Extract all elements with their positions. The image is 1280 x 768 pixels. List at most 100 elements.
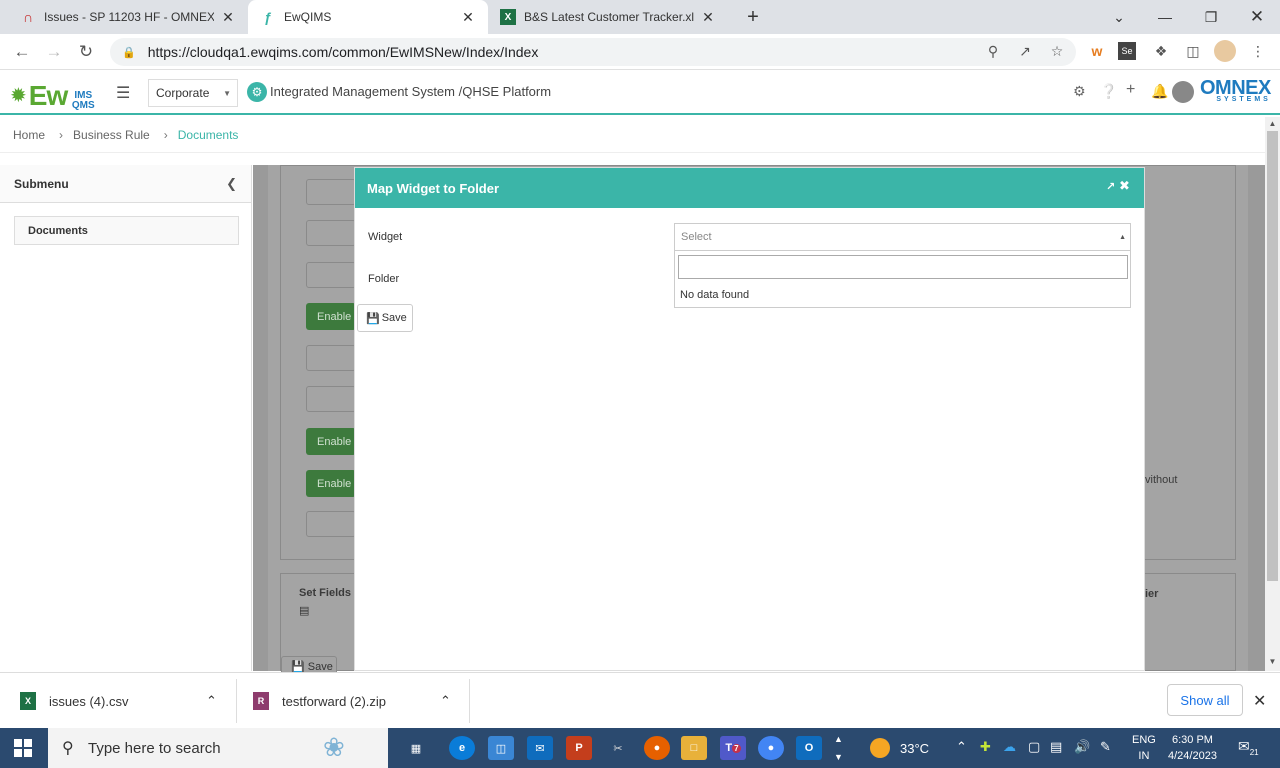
task-view-icon[interactable]: ▦ bbox=[403, 736, 429, 760]
share-icon[interactable]: ↗ bbox=[1014, 40, 1036, 62]
outlook-icon[interactable]: O bbox=[796, 736, 822, 760]
widget-dropdown: No data found bbox=[674, 251, 1131, 308]
background-set-fields-label: Set Fields bbox=[299, 587, 351, 599]
more-menu-icon[interactable]: ⋮ bbox=[1247, 40, 1269, 62]
user-avatar[interactable] bbox=[1172, 81, 1194, 103]
save-button[interactable]: 💾 Save bbox=[357, 304, 413, 332]
vpn-icon[interactable]: ✚ bbox=[980, 739, 991, 755]
notification-center-icon[interactable]: ✉21 bbox=[1238, 738, 1259, 757]
taskbar-scroll-icon[interactable]: ▲ ▼ bbox=[834, 730, 843, 766]
tab-search-icon[interactable]: ⌄ bbox=[1096, 0, 1142, 34]
platform-title: Integrated Management System /QHSE Platf… bbox=[270, 84, 552, 99]
teams-icon[interactable]: T7 bbox=[720, 736, 746, 760]
edge-icon[interactable]: e bbox=[449, 736, 475, 760]
zoom-icon[interactable]: ⚲ bbox=[982, 40, 1004, 62]
pen-icon[interactable]: ✎ bbox=[1100, 739, 1111, 755]
close-tab-icon[interactable]: ✕ bbox=[700, 9, 716, 26]
minimize-icon[interactable]: — bbox=[1142, 0, 1188, 34]
restore-icon[interactable]: ❐ bbox=[1188, 0, 1234, 34]
chevron-up-icon[interactable]: ⌃ bbox=[440, 673, 451, 729]
breadcrumb-home[interactable]: Home bbox=[13, 128, 45, 142]
search-icon: ⚲ bbox=[62, 740, 74, 757]
org-select[interactable]: Corporate ▼ bbox=[148, 79, 238, 107]
sunburst-icon: ✹ bbox=[10, 85, 27, 107]
forward-icon[interactable]: → bbox=[42, 40, 66, 64]
submenu-item-label: Documents bbox=[28, 224, 88, 237]
mail-icon[interactable]: ✉ bbox=[527, 736, 553, 760]
breadcrumb-business-rule[interactable]: Business Rule bbox=[73, 128, 150, 142]
submenu-item-documents[interactable]: Documents bbox=[14, 216, 239, 245]
dropdown-search-input[interactable] bbox=[678, 255, 1128, 279]
browser-tab-issues[interactable]: ∩ Issues - SP 11203 HF - OMNEX IS ✕ bbox=[8, 0, 248, 34]
scroll-down-icon[interactable]: ▼ bbox=[1265, 657, 1280, 669]
bookmark-star-icon[interactable]: ☆ bbox=[1046, 40, 1068, 62]
new-tab-button[interactable]: + bbox=[730, 0, 776, 34]
windows-start-icon[interactable] bbox=[14, 739, 32, 757]
scroll-up-icon[interactable]: ▲ bbox=[1265, 119, 1280, 131]
browser-tab-excel[interactable]: X B&S Latest Customer Tracker.xlsx ✕ bbox=[488, 0, 728, 34]
save-label: Save bbox=[381, 312, 407, 324]
download-item-csv[interactable]: X issues (4).csv bbox=[20, 673, 128, 729]
notification-count: 21 bbox=[1249, 747, 1259, 757]
chrome-icon[interactable]: ● bbox=[758, 736, 784, 760]
background-input bbox=[306, 511, 356, 537]
close-tab-icon[interactable]: ✕ bbox=[460, 9, 476, 26]
bell-icon[interactable]: 🔔 bbox=[1151, 83, 1168, 100]
volume-icon[interactable]: 🔊 bbox=[1074, 739, 1090, 755]
scrollbar-thumb[interactable] bbox=[1267, 131, 1278, 581]
chevron-up-icon[interactable]: ⌃ bbox=[206, 673, 217, 729]
download-item-zip[interactable]: R testforward (2).zip bbox=[253, 673, 386, 729]
store-icon[interactable]: ◫ bbox=[488, 736, 514, 760]
show-hidden-icons-icon[interactable]: ⌃ bbox=[956, 739, 967, 755]
background-input bbox=[306, 220, 356, 246]
hamburger-menu-icon[interactable]: ☰ bbox=[116, 83, 130, 103]
breadcrumb-documents[interactable]: Documents bbox=[178, 128, 239, 142]
close-window-icon[interactable]: ✕ bbox=[1234, 0, 1280, 34]
settings-icon[interactable]: ⚙ bbox=[1073, 83, 1086, 100]
ewqims-logo[interactable]: ✹ Ew IMS QMS bbox=[10, 75, 97, 111]
extension-w-icon[interactable]: w bbox=[1086, 40, 1108, 62]
network-icon[interactable]: ▤ bbox=[1050, 739, 1062, 755]
map-widget-modal: Map Widget to Folder ↗ ✖ Widget Folder S… bbox=[354, 167, 1145, 671]
clock[interactable]: 6:30 PM 4/24/2023 bbox=[1168, 732, 1217, 764]
extensions-puzzle-icon[interactable]: ❖ bbox=[1150, 40, 1172, 62]
selenium-extension-icon[interactable]: Se bbox=[1118, 42, 1136, 60]
reload-icon[interactable]: ↻ bbox=[74, 40, 98, 64]
folder-label: Folder bbox=[368, 273, 400, 285]
submenu-panel: Submenu ❮ Documents bbox=[0, 165, 252, 671]
expand-icon[interactable]: ↗ bbox=[1106, 180, 1115, 193]
background-text: vithout bbox=[1145, 474, 1178, 486]
background-enable-button: Enable bbox=[306, 303, 356, 330]
show-all-button[interactable]: Show all bbox=[1167, 684, 1243, 716]
powerpoint-icon[interactable]: P bbox=[566, 736, 592, 760]
help-icon[interactable]: ❔ bbox=[1100, 83, 1117, 100]
widget-select[interactable]: Select ▲ bbox=[674, 223, 1131, 251]
caret-down-icon: ▼ bbox=[223, 88, 231, 98]
background-input bbox=[306, 386, 356, 412]
weather-widget[interactable]: 33°C bbox=[870, 728, 929, 768]
chevron-right-icon: › bbox=[59, 127, 64, 142]
back-icon[interactable]: ← bbox=[10, 40, 34, 64]
add-icon[interactable]: + bbox=[1126, 81, 1135, 99]
page-scrollbar[interactable]: ▲ ▼ bbox=[1265, 117, 1280, 671]
background-text: ier bbox=[1145, 588, 1159, 600]
snipping-tool-icon[interactable]: ✂ bbox=[605, 736, 631, 760]
submenu-title: Submenu bbox=[14, 176, 69, 191]
url-bar[interactable]: 🔒 https://cloudqa1.ewqims.com/common/EwI… bbox=[110, 38, 1076, 66]
background-input bbox=[306, 262, 356, 288]
collapse-chevron-icon[interactable]: ❮ bbox=[226, 176, 237, 192]
close-icon[interactable]: ✖ bbox=[1119, 178, 1130, 194]
jellyfish-decoration-icon: ❀ bbox=[323, 732, 345, 762]
close-tab-icon[interactable]: ✕ bbox=[220, 9, 236, 26]
excel-icon: X bbox=[500, 9, 516, 25]
close-icon[interactable]: ✕ bbox=[1253, 691, 1266, 711]
side-panel-icon[interactable]: ◫ bbox=[1182, 40, 1204, 62]
file-explorer-icon[interactable]: □ bbox=[681, 736, 707, 760]
language-indicator[interactable]: ENG IN bbox=[1132, 732, 1156, 764]
camera-icon[interactable]: ▢ bbox=[1028, 739, 1040, 755]
onedrive-icon[interactable]: ☁ bbox=[1003, 739, 1016, 755]
firefox-icon[interactable]: ● bbox=[644, 736, 670, 760]
browser-tab-ewqims[interactable]: ƒ EwQIMS ✕ bbox=[248, 0, 488, 34]
profile-avatar-icon[interactable] bbox=[1214, 40, 1236, 62]
taskbar-search-input[interactable]: ⚲ Type here to search ❀ bbox=[48, 728, 388, 768]
